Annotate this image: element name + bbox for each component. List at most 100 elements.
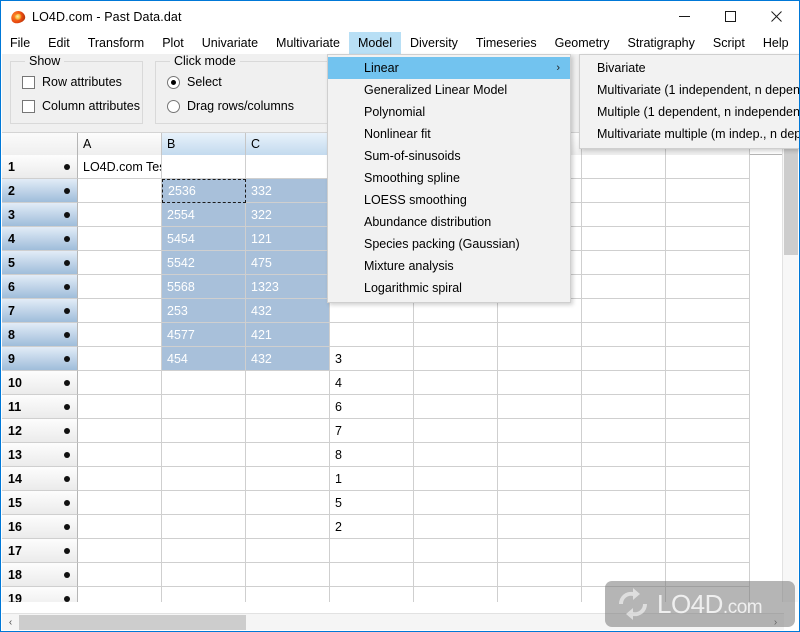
row-header[interactable]: 10 <box>2 371 78 395</box>
cell[interactable]: 432 <box>246 299 330 323</box>
cell[interactable] <box>582 419 666 443</box>
cell[interactable] <box>582 203 666 227</box>
cell[interactable] <box>582 323 666 347</box>
menu-diversity[interactable]: Diversity <box>401 32 467 54</box>
cell[interactable] <box>498 539 582 563</box>
cell[interactable] <box>246 395 330 419</box>
cell[interactable] <box>78 371 162 395</box>
row-header[interactable]: 11 <box>2 395 78 419</box>
cell[interactable] <box>78 467 162 491</box>
cell[interactable] <box>582 227 666 251</box>
cell[interactable] <box>498 563 582 587</box>
cell[interactable] <box>78 419 162 443</box>
horizontal-scrollbar[interactable]: ‹ › <box>2 613 784 630</box>
menu-item-polynomial[interactable]: Polynomial <box>328 101 570 123</box>
submenu-item-multivariate[interactable]: Multivariate multiple (m indep., n dep.) <box>580 123 799 145</box>
cell[interactable] <box>666 515 750 539</box>
cell[interactable]: 421 <box>246 323 330 347</box>
cell[interactable] <box>162 371 246 395</box>
cell[interactable]: 432 <box>246 347 330 371</box>
cell[interactable] <box>666 275 750 299</box>
cell[interactable] <box>162 587 246 602</box>
cell[interactable] <box>666 443 750 467</box>
cell[interactable] <box>78 587 162 602</box>
cell[interactable]: 5568 <box>162 275 246 299</box>
menu-transform[interactable]: Transform <box>79 32 154 54</box>
cell[interactable] <box>582 179 666 203</box>
cell[interactable] <box>78 443 162 467</box>
cell[interactable] <box>498 395 582 419</box>
minimize-button[interactable] <box>661 1 707 32</box>
cell[interactable]: 6 <box>330 395 414 419</box>
cell[interactable] <box>330 539 414 563</box>
cell[interactable] <box>582 467 666 491</box>
cell[interactable]: 5454 <box>162 227 246 251</box>
cell[interactable]: 253 <box>162 299 246 323</box>
menu-multivariate[interactable]: Multivariate <box>267 32 349 54</box>
cell[interactable] <box>246 371 330 395</box>
cell[interactable] <box>582 155 666 179</box>
cell[interactable] <box>666 491 750 515</box>
row-header[interactable]: 19 <box>2 587 78 602</box>
cell[interactable] <box>666 419 750 443</box>
cell[interactable] <box>414 467 498 491</box>
cell[interactable]: 7 <box>330 419 414 443</box>
cell[interactable] <box>498 467 582 491</box>
row-header[interactable]: 2 <box>2 179 78 203</box>
menu-geometry[interactable]: Geometry <box>546 32 619 54</box>
cell[interactable] <box>414 539 498 563</box>
row-header[interactable]: 15 <box>2 491 78 515</box>
menu-file[interactable]: File <box>1 32 39 54</box>
row-header[interactable]: 4 <box>2 227 78 251</box>
column-attributes-checkbox[interactable]: Column attributes <box>22 99 140 113</box>
cell[interactable]: 8 <box>330 443 414 467</box>
cell[interactable]: 1323 <box>246 275 330 299</box>
cell[interactable] <box>78 275 162 299</box>
cell[interactable] <box>666 395 750 419</box>
maximize-button[interactable] <box>707 1 753 32</box>
cell[interactable]: 4577 <box>162 323 246 347</box>
cell[interactable]: 454 <box>162 347 246 371</box>
cell[interactable] <box>78 515 162 539</box>
cell[interactable] <box>582 515 666 539</box>
cell[interactable]: 332 <box>246 179 330 203</box>
cell[interactable] <box>666 227 750 251</box>
menu-item-mixture-analysis[interactable]: Mixture analysis <box>328 255 570 277</box>
vertical-scrollbar[interactable] <box>782 133 798 602</box>
cell[interactable] <box>246 155 330 179</box>
cell[interactable] <box>582 347 666 371</box>
cell[interactable] <box>414 587 498 602</box>
cell[interactable] <box>246 491 330 515</box>
menu-item-sum-of-sinusoids[interactable]: Sum-of-sinusoids <box>328 145 570 167</box>
cell[interactable] <box>582 395 666 419</box>
cell[interactable] <box>666 299 750 323</box>
cell[interactable] <box>414 419 498 443</box>
cell[interactable]: 5 <box>330 491 414 515</box>
cell[interactable]: 475 <box>246 251 330 275</box>
cell[interactable] <box>582 251 666 275</box>
cell[interactable] <box>246 515 330 539</box>
menu-univariate[interactable]: Univariate <box>193 32 267 54</box>
cell[interactable] <box>330 587 414 602</box>
submenu-item-multiple[interactable]: Multiple (1 dependent, n independent) <box>580 101 799 123</box>
horizontal-scrollbar-thumb[interactable] <box>19 614 246 630</box>
row-attributes-checkbox[interactable]: Row attributes <box>22 75 122 89</box>
cell[interactable] <box>666 203 750 227</box>
submenu-item-bivariate[interactable]: Bivariate <box>580 57 799 79</box>
cell[interactable] <box>414 323 498 347</box>
cell[interactable] <box>414 515 498 539</box>
cell[interactable] <box>666 539 750 563</box>
row-header[interactable]: 8 <box>2 323 78 347</box>
row-header[interactable]: 6 <box>2 275 78 299</box>
row-header[interactable]: 17 <box>2 539 78 563</box>
row-header[interactable]: 3 <box>2 203 78 227</box>
menu-item-species-packing-gaussian[interactable]: Species packing (Gaussian) <box>328 233 570 255</box>
cell[interactable] <box>162 563 246 587</box>
cell[interactable] <box>666 587 750 602</box>
cell[interactable] <box>666 251 750 275</box>
cell[interactable] <box>582 563 666 587</box>
cell[interactable] <box>78 299 162 323</box>
cell[interactable] <box>666 467 750 491</box>
cell[interactable] <box>78 539 162 563</box>
cell[interactable] <box>78 395 162 419</box>
